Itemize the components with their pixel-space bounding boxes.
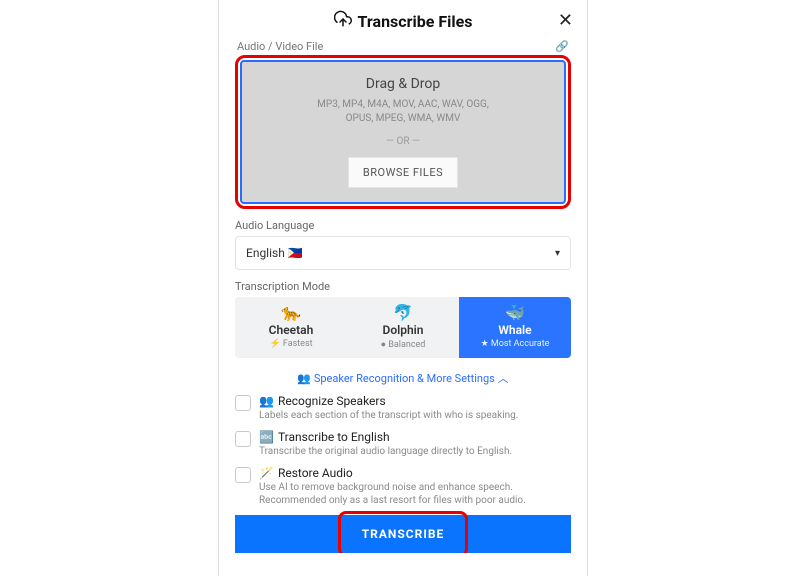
cta-bar: TRANSCRIBE <box>235 515 571 553</box>
wand-icon: 🪄 <box>259 466 274 480</box>
mode-group: 🐆 Cheetah ⚡ Fastest 🐬 Dolphin ● Balanced… <box>235 297 571 358</box>
dolphin-icon: 🐬 <box>393 305 413 321</box>
option-desc: Labels each section of the transcript wi… <box>259 409 571 422</box>
dropzone[interactable]: Drag & Drop MP3, MP4, M4A, MOV, AAC, WAV… <box>240 60 566 204</box>
language-label: Audio Language <box>235 219 571 232</box>
upload-field-label: Audio / Video File <box>237 40 323 53</box>
mode-name: Cheetah <box>269 323 314 337</box>
upload-cloud-icon <box>334 10 352 32</box>
or-divider: — OR — <box>252 136 554 147</box>
option-body: 🪄 Restore Audio Use AI to remove backgro… <box>259 466 571 507</box>
option-recognize-speakers: 👥 Recognize Speakers Labels each section… <box>235 394 571 422</box>
transcribe-button[interactable]: TRANSCRIBE <box>235 515 571 553</box>
drag-drop-title: Drag & Drop <box>252 76 554 92</box>
option-desc: Use AI to remove background noise and en… <box>259 481 571 507</box>
chevron-down-icon: ▾ <box>555 248 560 259</box>
close-button[interactable]: ✕ <box>558 12 573 30</box>
option-body: 👥 Recognize Speakers Labels each section… <box>259 394 571 422</box>
language-select[interactable]: English 🇵🇭 ▾ <box>235 236 571 270</box>
checkbox-transcribe-english[interactable] <box>235 431 251 447</box>
mode-name: Whale <box>498 323 531 337</box>
mode-whale[interactable]: 🐳 Whale ★ Most Accurate <box>459 297 571 358</box>
option-title-text: Transcribe to English <box>278 430 390 444</box>
mode-subtitle: ★ Most Accurate <box>481 339 550 349</box>
formats-line-1: MP3, MP4, M4A, MOV, AAC, WAV, OGG, <box>252 98 554 112</box>
more-settings-toggle[interactable]: 👥 Speaker Recognition & More Settings ︿ <box>235 370 571 386</box>
option-title: 🔤 Transcribe to English <box>259 430 571 444</box>
option-transcribe-english: 🔤 Transcribe to English Transcribe the o… <box>235 430 571 458</box>
option-restore-audio: 🪄 Restore Audio Use AI to remove backgro… <box>235 466 571 507</box>
mode-label: Transcription Mode <box>235 280 571 293</box>
whale-icon: 🐳 <box>505 305 525 321</box>
speakers-icon: 👥 <box>259 394 274 408</box>
option-title-text: Recognize Speakers <box>278 394 386 408</box>
checkbox-recognize-speakers[interactable] <box>235 395 251 411</box>
language-value: English 🇵🇭 <box>246 246 303 260</box>
option-title: 🪄 Restore Audio <box>259 466 571 480</box>
mode-cheetah[interactable]: 🐆 Cheetah ⚡ Fastest <box>235 297 347 358</box>
mode-subtitle: ● Balanced <box>381 339 426 350</box>
transcribe-button-label: TRANSCRIBE <box>362 527 445 541</box>
option-desc: Transcribe the original audio language d… <box>259 445 571 458</box>
upload-label-row: Audio / Video File 🔗 <box>235 40 571 53</box>
modal-header: Transcribe Files ✕ <box>219 0 587 40</box>
option-title: 👥 Recognize Speakers <box>259 394 571 408</box>
mode-subtitle: ⚡ Fastest <box>269 339 312 349</box>
link-icon[interactable]: 🔗 <box>555 40 569 53</box>
cheetah-icon: 🐆 <box>281 305 301 321</box>
upload-field: Audio / Video File 🔗 Drag & Drop MP3, MP… <box>235 40 571 209</box>
mode-name: Dolphin <box>383 323 424 337</box>
option-title-text: Restore Audio <box>278 466 353 480</box>
formats-line-2: OPUS, MPEG, WMA, WMV <box>252 112 554 126</box>
transcribe-modal: Transcribe Files ✕ Audio / Video File 🔗 … <box>218 0 588 576</box>
checkbox-restore-audio[interactable] <box>235 467 251 483</box>
mode-dolphin[interactable]: 🐬 Dolphin ● Balanced <box>347 297 459 358</box>
modal-title: Transcribe Files <box>358 12 473 31</box>
browse-files-button[interactable]: BROWSE FILES <box>348 157 458 188</box>
modal-body: Audio / Video File 🔗 Drag & Drop MP3, MP… <box>219 40 587 553</box>
upload-highlight: Drag & Drop MP3, MP4, M4A, MOV, AAC, WAV… <box>235 55 571 209</box>
modal-title-row: Transcribe Files <box>334 10 473 32</box>
supported-formats: MP3, MP4, M4A, MOV, AAC, WAV, OGG, OPUS,… <box>252 98 554 126</box>
option-body: 🔤 Transcribe to English Transcribe the o… <box>259 430 571 458</box>
translate-icon: 🔤 <box>259 430 274 444</box>
